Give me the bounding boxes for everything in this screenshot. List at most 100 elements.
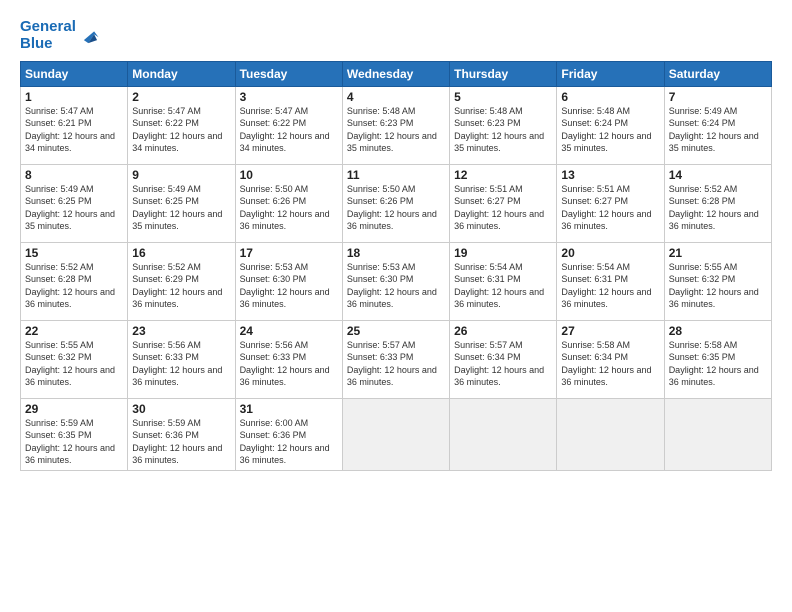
day-info: Sunrise: 5:57 AMSunset: 6:34 PMDaylight:… bbox=[454, 339, 552, 389]
weekday-saturday: Saturday bbox=[664, 61, 771, 86]
day-info: Sunrise: 5:48 AMSunset: 6:23 PMDaylight:… bbox=[454, 105, 552, 155]
day-cell: 28Sunrise: 5:58 AMSunset: 6:35 PMDayligh… bbox=[664, 320, 771, 398]
day-number: 15 bbox=[25, 246, 123, 260]
day-info: Sunrise: 5:50 AMSunset: 6:26 PMDaylight:… bbox=[347, 183, 445, 233]
day-info: Sunrise: 5:47 AMSunset: 6:22 PMDaylight:… bbox=[240, 105, 338, 155]
day-cell: 8Sunrise: 5:49 AMSunset: 6:25 PMDaylight… bbox=[21, 164, 128, 242]
logo-icon bbox=[78, 24, 100, 46]
weekday-friday: Friday bbox=[557, 61, 664, 86]
calendar-table: SundayMondayTuesdayWednesdayThursdayFrid… bbox=[20, 61, 772, 471]
weekday-wednesday: Wednesday bbox=[342, 61, 449, 86]
day-info: Sunrise: 5:59 AMSunset: 6:35 PMDaylight:… bbox=[25, 417, 123, 467]
day-cell: 19Sunrise: 5:54 AMSunset: 6:31 PMDayligh… bbox=[450, 242, 557, 320]
day-info: Sunrise: 5:48 AMSunset: 6:24 PMDaylight:… bbox=[561, 105, 659, 155]
weekday-tuesday: Tuesday bbox=[235, 61, 342, 86]
day-info: Sunrise: 5:58 AMSunset: 6:35 PMDaylight:… bbox=[669, 339, 767, 389]
day-number: 10 bbox=[240, 168, 338, 182]
day-cell: 29Sunrise: 5:59 AMSunset: 6:35 PMDayligh… bbox=[21, 398, 128, 470]
logo-blue: Blue bbox=[20, 35, 53, 52]
week-row-1: 1Sunrise: 5:47 AMSunset: 6:21 PMDaylight… bbox=[21, 86, 772, 164]
day-info: Sunrise: 5:52 AMSunset: 6:28 PMDaylight:… bbox=[25, 261, 123, 311]
week-row-5: 29Sunrise: 5:59 AMSunset: 6:35 PMDayligh… bbox=[21, 398, 772, 470]
day-number: 5 bbox=[454, 90, 552, 104]
day-info: Sunrise: 5:47 AMSunset: 6:21 PMDaylight:… bbox=[25, 105, 123, 155]
day-number: 7 bbox=[669, 90, 767, 104]
day-info: Sunrise: 5:56 AMSunset: 6:33 PMDaylight:… bbox=[132, 339, 230, 389]
calendar-page: General Blue SundayMondayTuesdayWednesda… bbox=[0, 0, 792, 612]
day-number: 25 bbox=[347, 324, 445, 338]
logo-general: General bbox=[20, 18, 76, 35]
weekday-monday: Monday bbox=[128, 61, 235, 86]
day-number: 1 bbox=[25, 90, 123, 104]
day-number: 9 bbox=[132, 168, 230, 182]
day-cell: 30Sunrise: 5:59 AMSunset: 6:36 PMDayligh… bbox=[128, 398, 235, 470]
day-info: Sunrise: 5:53 AMSunset: 6:30 PMDaylight:… bbox=[347, 261, 445, 311]
day-cell bbox=[342, 398, 449, 470]
day-info: Sunrise: 5:51 AMSunset: 6:27 PMDaylight:… bbox=[561, 183, 659, 233]
day-cell: 5Sunrise: 5:48 AMSunset: 6:23 PMDaylight… bbox=[450, 86, 557, 164]
day-info: Sunrise: 5:56 AMSunset: 6:33 PMDaylight:… bbox=[240, 339, 338, 389]
week-row-2: 8Sunrise: 5:49 AMSunset: 6:25 PMDaylight… bbox=[21, 164, 772, 242]
weekday-sunday: Sunday bbox=[21, 61, 128, 86]
weekday-thursday: Thursday bbox=[450, 61, 557, 86]
day-cell: 17Sunrise: 5:53 AMSunset: 6:30 PMDayligh… bbox=[235, 242, 342, 320]
day-cell: 22Sunrise: 5:55 AMSunset: 6:32 PMDayligh… bbox=[21, 320, 128, 398]
day-info: Sunrise: 5:54 AMSunset: 6:31 PMDaylight:… bbox=[561, 261, 659, 311]
day-info: Sunrise: 5:49 AMSunset: 6:24 PMDaylight:… bbox=[669, 105, 767, 155]
day-cell: 16Sunrise: 5:52 AMSunset: 6:29 PMDayligh… bbox=[128, 242, 235, 320]
day-cell: 2Sunrise: 5:47 AMSunset: 6:22 PMDaylight… bbox=[128, 86, 235, 164]
day-cell: 13Sunrise: 5:51 AMSunset: 6:27 PMDayligh… bbox=[557, 164, 664, 242]
day-info: Sunrise: 5:55 AMSunset: 6:32 PMDaylight:… bbox=[25, 339, 123, 389]
day-info: Sunrise: 5:55 AMSunset: 6:32 PMDaylight:… bbox=[669, 261, 767, 311]
day-number: 19 bbox=[454, 246, 552, 260]
day-number: 17 bbox=[240, 246, 338, 260]
day-number: 22 bbox=[25, 324, 123, 338]
day-cell bbox=[557, 398, 664, 470]
day-cell bbox=[450, 398, 557, 470]
day-cell: 10Sunrise: 5:50 AMSunset: 6:26 PMDayligh… bbox=[235, 164, 342, 242]
day-number: 2 bbox=[132, 90, 230, 104]
day-cell: 9Sunrise: 5:49 AMSunset: 6:25 PMDaylight… bbox=[128, 164, 235, 242]
day-cell: 11Sunrise: 5:50 AMSunset: 6:26 PMDayligh… bbox=[342, 164, 449, 242]
day-info: Sunrise: 5:49 AMSunset: 6:25 PMDaylight:… bbox=[132, 183, 230, 233]
day-number: 29 bbox=[25, 402, 123, 416]
day-number: 31 bbox=[240, 402, 338, 416]
weekday-header-row: SundayMondayTuesdayWednesdayThursdayFrid… bbox=[21, 61, 772, 86]
day-info: Sunrise: 5:58 AMSunset: 6:34 PMDaylight:… bbox=[561, 339, 659, 389]
day-info: Sunrise: 5:50 AMSunset: 6:26 PMDaylight:… bbox=[240, 183, 338, 233]
day-number: 30 bbox=[132, 402, 230, 416]
day-cell: 18Sunrise: 5:53 AMSunset: 6:30 PMDayligh… bbox=[342, 242, 449, 320]
day-number: 3 bbox=[240, 90, 338, 104]
day-info: Sunrise: 5:48 AMSunset: 6:23 PMDaylight:… bbox=[347, 105, 445, 155]
day-info: Sunrise: 5:52 AMSunset: 6:29 PMDaylight:… bbox=[132, 261, 230, 311]
day-number: 21 bbox=[669, 246, 767, 260]
day-cell: 25Sunrise: 5:57 AMSunset: 6:33 PMDayligh… bbox=[342, 320, 449, 398]
day-number: 12 bbox=[454, 168, 552, 182]
day-info: Sunrise: 6:00 AMSunset: 6:36 PMDaylight:… bbox=[240, 417, 338, 467]
day-cell: 1Sunrise: 5:47 AMSunset: 6:21 PMDaylight… bbox=[21, 86, 128, 164]
day-info: Sunrise: 5:57 AMSunset: 6:33 PMDaylight:… bbox=[347, 339, 445, 389]
day-number: 11 bbox=[347, 168, 445, 182]
day-cell: 21Sunrise: 5:55 AMSunset: 6:32 PMDayligh… bbox=[664, 242, 771, 320]
day-cell: 14Sunrise: 5:52 AMSunset: 6:28 PMDayligh… bbox=[664, 164, 771, 242]
day-number: 24 bbox=[240, 324, 338, 338]
day-number: 26 bbox=[454, 324, 552, 338]
day-number: 18 bbox=[347, 246, 445, 260]
day-cell: 4Sunrise: 5:48 AMSunset: 6:23 PMDaylight… bbox=[342, 86, 449, 164]
day-number: 14 bbox=[669, 168, 767, 182]
day-info: Sunrise: 5:49 AMSunset: 6:25 PMDaylight:… bbox=[25, 183, 123, 233]
day-info: Sunrise: 5:47 AMSunset: 6:22 PMDaylight:… bbox=[132, 105, 230, 155]
day-cell: 31Sunrise: 6:00 AMSunset: 6:36 PMDayligh… bbox=[235, 398, 342, 470]
day-info: Sunrise: 5:54 AMSunset: 6:31 PMDaylight:… bbox=[454, 261, 552, 311]
calendar-body: 1Sunrise: 5:47 AMSunset: 6:21 PMDaylight… bbox=[21, 86, 772, 470]
day-cell: 24Sunrise: 5:56 AMSunset: 6:33 PMDayligh… bbox=[235, 320, 342, 398]
day-number: 4 bbox=[347, 90, 445, 104]
day-cell: 23Sunrise: 5:56 AMSunset: 6:33 PMDayligh… bbox=[128, 320, 235, 398]
day-cell: 6Sunrise: 5:48 AMSunset: 6:24 PMDaylight… bbox=[557, 86, 664, 164]
week-row-3: 15Sunrise: 5:52 AMSunset: 6:28 PMDayligh… bbox=[21, 242, 772, 320]
day-number: 8 bbox=[25, 168, 123, 182]
day-number: 13 bbox=[561, 168, 659, 182]
day-cell: 3Sunrise: 5:47 AMSunset: 6:22 PMDaylight… bbox=[235, 86, 342, 164]
day-number: 6 bbox=[561, 90, 659, 104]
day-cell: 26Sunrise: 5:57 AMSunset: 6:34 PMDayligh… bbox=[450, 320, 557, 398]
